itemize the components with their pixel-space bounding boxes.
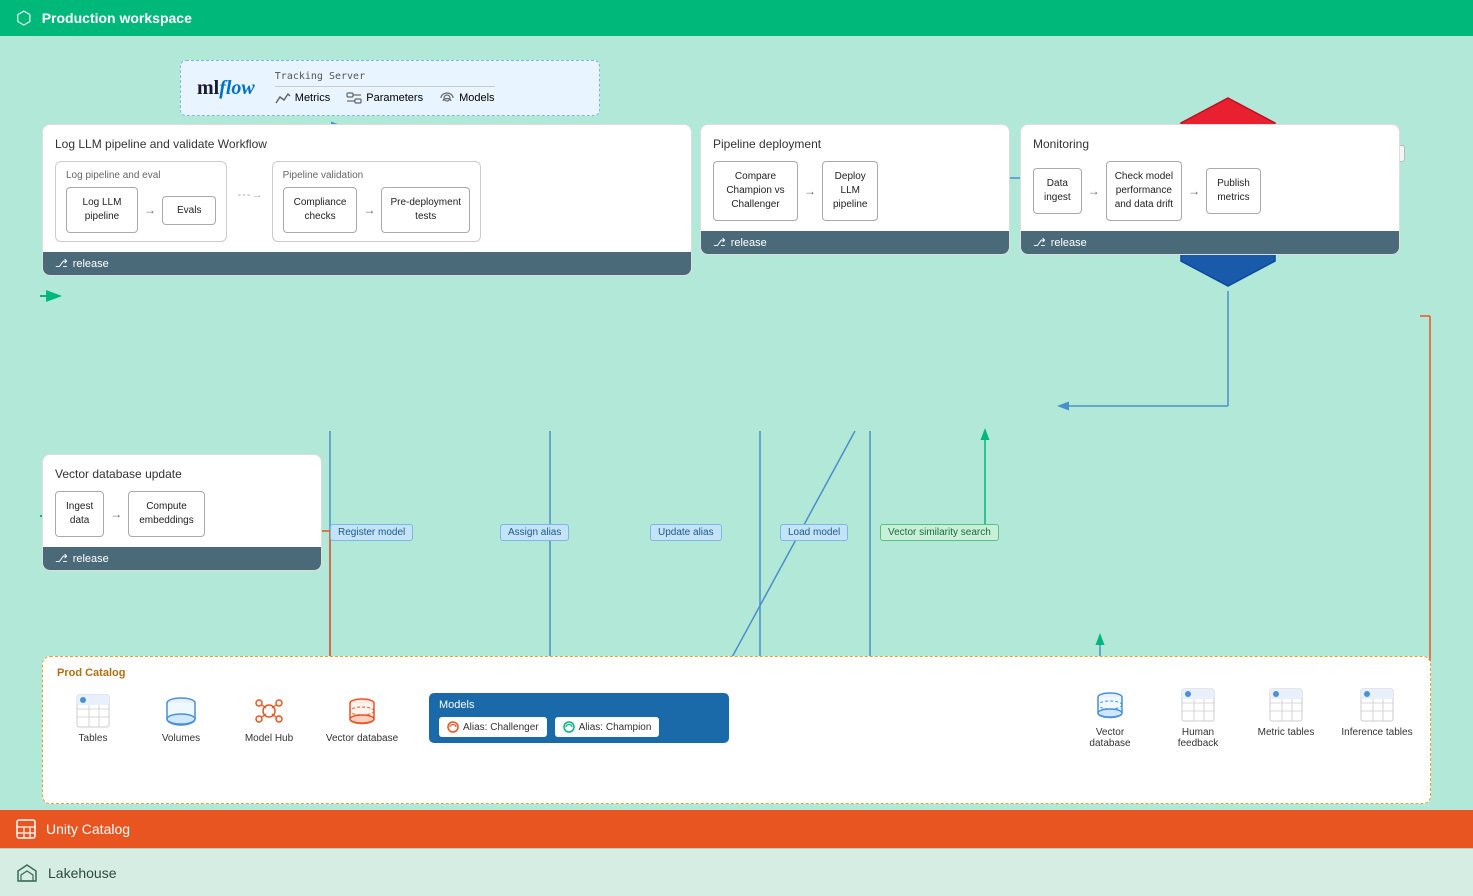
pipeline-validation-group: Pipeline validation Compliancechecks → P… <box>272 161 481 242</box>
unity-catalog-bar: Unity Catalog <box>0 810 1473 848</box>
catalog-human-feedback: Human feedback <box>1162 687 1234 749</box>
update-alias-badge: Update alias <box>650 524 722 541</box>
evals-box: Evals <box>162 196 216 225</box>
compute-embeddings-box: Computeembeddings <box>128 491 204 537</box>
catalog-inference-tables: Inference tables <box>1338 687 1416 749</box>
workspace-title: Production workspace <box>42 10 192 26</box>
validation-group-title: Pipeline validation <box>283 170 470 181</box>
pipeline-deployment-box: Pipeline deployment CompareChampion vsCh… <box>700 124 1010 255</box>
model-hub-label: Model Hub <box>245 733 293 744</box>
arrow-1: → <box>144 203 156 217</box>
assign-alias-badge: Assign alias <box>500 524 569 541</box>
release-bar-3: ⎇ release <box>1021 231 1399 254</box>
pre-deployment-tests-box: Pre-deploymenttests <box>381 187 470 233</box>
alias-champion-label: Alias: Champion <box>579 722 652 733</box>
alias-challenger-label: Alias: Challenger <box>463 722 539 733</box>
ingest-data-box: Ingestdata <box>55 491 104 537</box>
parameters-item: Parameters <box>346 91 423 105</box>
catalog-models-title: Models <box>439 699 719 711</box>
mlflow-logo: mlflow <box>197 77 255 100</box>
deploy-llm-pipeline-box: DeployLLMpipeline <box>822 161 878 221</box>
main-background: mlflow Tracking Server Metrics Parameter… <box>0 36 1473 896</box>
arrow-vdb: → <box>110 507 122 521</box>
release-label-2: release <box>731 237 767 249</box>
release-icon-4: ⎇ <box>55 552 68 565</box>
pipeline-deployment-title: Pipeline deployment <box>713 137 997 151</box>
release-label-4: release <box>73 553 109 565</box>
unity-catalog-icon <box>16 819 36 839</box>
register-model-badge: Register model <box>330 524 413 541</box>
lakehouse-icon <box>16 863 38 883</box>
arrow-2: → <box>363 203 375 217</box>
top-bar: ⬡ Production workspace <box>0 0 1473 36</box>
compliance-checks-box: Compliancechecks <box>283 187 358 233</box>
alias-challenger: Alias: Challenger <box>439 717 547 737</box>
prod-catalog-area: Prod Catalog Tables Volumes Model Hub Ve… <box>42 656 1431 804</box>
vector-db-title: Vector database update <box>55 467 309 481</box>
release-label-1: release <box>73 258 109 270</box>
metrics-item: Metrics <box>275 91 330 105</box>
catalog-models-box: Models Alias: Challenger Alias: Champion <box>429 693 729 743</box>
data-ingest-box: Dataingest <box>1033 168 1082 214</box>
models-item: Models <box>439 91 494 105</box>
vector-db-update-box: Vector database update Ingestdata → Comp… <box>42 454 322 571</box>
volumes-label: Volumes <box>162 733 200 744</box>
inference-tables-label: Inference tables <box>1341 727 1412 738</box>
dashed-arrow: - - - → <box>237 161 261 201</box>
check-model-performance-box: Check modelperformanceand data drift <box>1106 161 1182 221</box>
monitoring-box: Monitoring Dataingest → Check modelperfo… <box>1020 124 1400 255</box>
lakehouse-title: Lakehouse <box>48 865 117 881</box>
alias-champion: Alias: Champion <box>555 717 660 737</box>
arrow-mon-2: → <box>1188 184 1200 198</box>
arrow-mon-1: → <box>1088 184 1100 198</box>
release-icon-3: ⎇ <box>1033 236 1046 249</box>
workspace-icon: ⬡ <box>16 8 32 29</box>
catalog-metric-tables: Metric tables <box>1250 687 1322 749</box>
human-feedback-label: Human feedback <box>1162 727 1234 749</box>
release-bar-4: ⎇ release <box>43 547 321 570</box>
log-workflow-title: Log LLM pipeline and validate Workflow <box>55 137 679 151</box>
release-bar-1: ⎇ release <box>43 252 691 275</box>
mlflow-tracking-box: mlflow Tracking Server Metrics Parameter… <box>180 60 600 116</box>
lakehouse-bar: Lakehouse <box>0 848 1473 896</box>
unity-catalog-title: Unity Catalog <box>46 821 130 837</box>
monitoring-title: Monitoring <box>1033 137 1387 151</box>
catalog-tables-item: Tables <box>57 693 129 744</box>
catalog-vector-db-item: Vector database <box>321 693 403 744</box>
log-llm-pipeline-box: Log LLMpipeline <box>66 187 138 233</box>
compare-champion-box: CompareChampion vsChallenger <box>713 161 798 221</box>
publish-metrics-box: Publishmetrics <box>1206 168 1261 214</box>
log-llm-workflow-box: Log LLM pipeline and validate Workflow L… <box>42 124 692 276</box>
catalog-vector-db-label: Vector database <box>326 733 398 744</box>
tables-label: Tables <box>79 733 108 744</box>
release-icon-1: ⎇ <box>55 257 68 270</box>
metric-tables-label: Metric tables <box>1258 727 1315 738</box>
log-group-title: Log pipeline and eval <box>66 170 216 181</box>
right-vector-db-label: Vector database <box>1074 727 1146 749</box>
catalog-right-items: Vector database Human feedback Metric ta… <box>1074 687 1416 749</box>
tracking-server-label: Tracking Server <box>275 71 495 87</box>
release-bar-2: ⎇ release <box>701 231 1009 254</box>
catalog-volumes-item: Volumes <box>145 693 217 744</box>
arrow-deploy: → <box>804 184 816 198</box>
log-pipeline-eval-group: Log pipeline and eval Log LLMpipeline → … <box>55 161 227 242</box>
release-label-3: release <box>1051 237 1087 249</box>
catalog-model-hub-item: Model Hub <box>233 693 305 744</box>
load-model-badge: Load model <box>780 524 848 541</box>
prod-catalog-title: Prod Catalog <box>57 667 1416 679</box>
release-icon-2: ⎇ <box>713 236 726 249</box>
vector-similarity-badge: Vector similarity search <box>880 524 999 541</box>
catalog-right-vector-db: Vector database <box>1074 687 1146 749</box>
